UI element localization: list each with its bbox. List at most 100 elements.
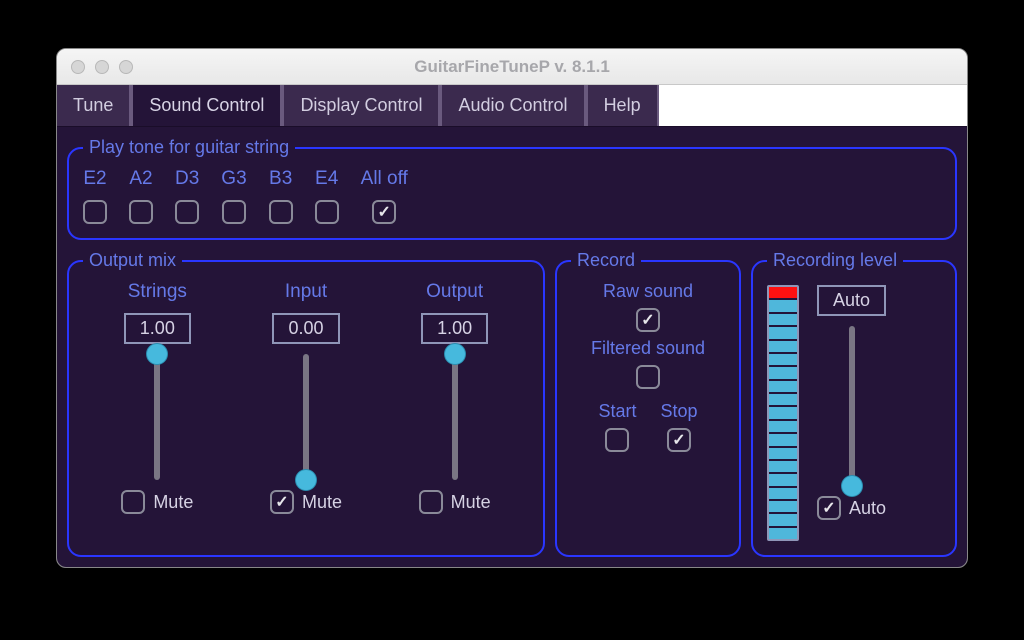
mix-title: Input (285, 281, 327, 303)
meter-segment (769, 312, 797, 325)
raw-sound-checkbox[interactable] (636, 308, 660, 332)
tone-checkbox-all-off[interactable] (372, 200, 396, 224)
tone-item-g3: G3 (221, 168, 246, 224)
tab-display-control[interactable]: Display Control (282, 85, 440, 126)
tone-checkbox-b3[interactable] (269, 200, 293, 224)
start-label: Start (598, 401, 636, 422)
tone-checkbox-g3[interactable] (222, 200, 246, 224)
slider-track (452, 354, 458, 480)
tone-item-all-off: All off (361, 168, 408, 224)
tone-checkbox-e4[interactable] (315, 200, 339, 224)
tone-row: E2 A2 D3 G3 B3 E4 All off (83, 168, 941, 224)
record-legend: Record (571, 250, 641, 271)
mix-value-box[interactable]: 0.00 (272, 313, 339, 344)
tone-checkbox-d3[interactable] (175, 200, 199, 224)
meter-segment (769, 419, 797, 432)
slider-track (849, 326, 855, 486)
meter-segment (769, 486, 797, 499)
row-2: Output mix Strings1.00MuteInput0.00MuteO… (67, 250, 957, 557)
app-window: GuitarFineTuneP v. 8.1.1 TuneSound Contr… (56, 48, 968, 568)
tone-legend: Play tone for guitar string (83, 137, 295, 158)
meter-segment (769, 499, 797, 512)
meter-segment (769, 339, 797, 352)
mute-row: Mute (419, 490, 491, 514)
level-right: Auto Auto (817, 285, 886, 541)
auto-value-box: Auto (817, 285, 886, 316)
mute-checkbox-input[interactable] (270, 490, 294, 514)
filtered-sound-checkbox[interactable] (636, 365, 660, 389)
tab-sound-control[interactable]: Sound Control (131, 85, 282, 126)
meter-segment (769, 352, 797, 365)
mix-slider-strings[interactable] (148, 354, 166, 480)
slider-thumb[interactable] (842, 476, 862, 496)
stop-checkbox[interactable] (667, 428, 691, 452)
mute-label: Mute (153, 492, 193, 513)
meter-segment (769, 459, 797, 472)
tone-label: G3 (221, 168, 246, 190)
tone-label: E4 (315, 168, 338, 190)
tone-item-e4: E4 (315, 168, 339, 224)
tone-checkbox-e2[interactable] (83, 200, 107, 224)
slider-track (154, 354, 160, 480)
tone-item-d3: D3 (175, 168, 199, 224)
meter-segment (769, 405, 797, 418)
tone-label: E2 (83, 168, 106, 190)
meter-segment (769, 379, 797, 392)
level-inner: Auto Auto (767, 281, 941, 541)
mute-label: Mute (451, 492, 491, 513)
mix-slider-input[interactable] (297, 354, 315, 480)
mix-col-strings: Strings 1.00 Mute (121, 281, 193, 514)
slider-thumb[interactable] (147, 344, 167, 364)
meter-segment (769, 432, 797, 445)
mute-label: Mute (302, 492, 342, 513)
mix-value-box[interactable]: 1.00 (124, 313, 191, 344)
titlebar: GuitarFineTuneP v. 8.1.1 (57, 49, 967, 85)
tab-help[interactable]: Help (586, 85, 659, 126)
mix-value-box[interactable]: 1.00 (421, 313, 488, 344)
raw-sound-label: Raw sound (603, 281, 693, 302)
tab-tune[interactable]: Tune (57, 85, 131, 126)
tone-label: B3 (269, 168, 292, 190)
meter-segment (769, 298, 797, 311)
record-inner: Raw sound Filtered sound Start Stop (571, 281, 725, 452)
filtered-sound-label: Filtered sound (591, 338, 705, 359)
recording-level-group: Recording level Auto Auto (751, 250, 957, 557)
tone-label: A2 (129, 168, 152, 190)
slider-thumb[interactable] (296, 470, 316, 490)
mute-checkbox-output[interactable] (419, 490, 443, 514)
slider-track (303, 354, 309, 480)
tone-item-b3: B3 (269, 168, 293, 224)
meter-segment (769, 325, 797, 338)
tab-bar: TuneSound ControlDisplay ControlAudio Co… (57, 85, 967, 127)
mix-slider-output[interactable] (446, 354, 464, 480)
tone-checkbox-a2[interactable] (129, 200, 153, 224)
meter-segment (769, 472, 797, 485)
mix-col-input: Input 0.00 Mute (270, 281, 342, 514)
auto-row: Auto (817, 496, 886, 520)
window-body: TuneSound ControlDisplay ControlAudio Co… (57, 85, 967, 567)
tone-label: D3 (175, 168, 199, 190)
tab-audio-control[interactable]: Audio Control (440, 85, 585, 126)
meter-segment (769, 287, 797, 298)
mute-row: Mute (270, 490, 342, 514)
meter-segment (769, 365, 797, 378)
meter-segment (769, 446, 797, 459)
mix-columns: Strings 1.00 Mute Input 0.00 Mute Output 1.00 Mu… (83, 281, 529, 541)
meter-segment (769, 392, 797, 405)
tone-group: Play tone for guitar string E2 A2 D3 G3 B3 E4… (67, 137, 957, 240)
auto-label: Auto (849, 498, 886, 519)
level-slider[interactable] (843, 326, 861, 486)
auto-checkbox[interactable] (817, 496, 841, 520)
record-group: Record Raw sound Filtered sound Start (555, 250, 741, 557)
tone-item-a2: A2 (129, 168, 153, 224)
start-checkbox[interactable] (605, 428, 629, 452)
mix-title: Output (426, 281, 483, 303)
output-mix-group: Output mix Strings1.00MuteInput0.00MuteO… (67, 250, 545, 557)
tone-label: All off (361, 168, 408, 190)
slider-thumb[interactable] (445, 344, 465, 364)
mix-col-output: Output 1.00 Mute (419, 281, 491, 514)
stop-label: Stop (660, 401, 697, 422)
content: Play tone for guitar string E2 A2 D3 G3 B3 E4… (57, 127, 967, 567)
mute-checkbox-strings[interactable] (121, 490, 145, 514)
mix-title: Strings (128, 281, 187, 303)
